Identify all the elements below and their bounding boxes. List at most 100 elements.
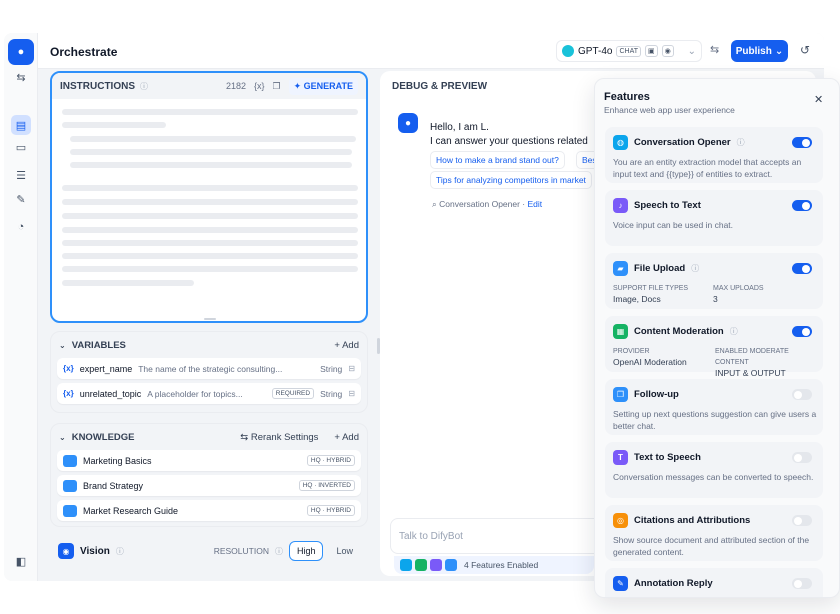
instructions-header: INSTRUCTIONS ⓘ 2182 {x} ❐ ✦ GENERATE xyxy=(52,73,366,99)
rerank-settings-button[interactable]: ⇆ Rerank Settings xyxy=(240,432,318,443)
history-icon[interactable]: ↺ xyxy=(800,43,810,57)
settings-icon[interactable]: ⊟ xyxy=(348,364,355,373)
shield-icon: ▦ xyxy=(613,324,628,339)
resize-handle[interactable] xyxy=(204,318,216,320)
knowledge-row[interactable]: Market Research Guide HQ · HYBRID xyxy=(57,500,361,521)
greeting-line: Hello, I am L. xyxy=(430,122,489,133)
text-placeholder xyxy=(70,162,352,168)
setting-key: ENABLED MODERATE CONTENT xyxy=(715,348,789,366)
clipboard-icon[interactable]: ❐ xyxy=(273,81,281,92)
required-badge: REQUIRED xyxy=(271,388,315,399)
chat-bubbles-icon: ❐ xyxy=(613,387,628,402)
variables-label: VARIABLES xyxy=(71,339,126,351)
feature-toggle[interactable] xyxy=(792,137,812,148)
add-label: Add xyxy=(342,339,359,351)
knowledge-section: ⌄ KNOWLEDGE ⇆ Rerank Settings + Add Mark… xyxy=(50,423,368,527)
settings-icon[interactable]: ⊟ xyxy=(348,389,355,398)
feature-name: Content Moderation xyxy=(634,326,724,337)
rerank-label: Rerank Settings xyxy=(250,431,319,443)
publish-button[interactable]: Publish ⌄ xyxy=(731,40,788,62)
dataset-name: Market Research Guide xyxy=(83,505,179,516)
variable-name: expert_name xyxy=(79,363,133,374)
feature-toggle[interactable] xyxy=(792,515,812,526)
text-placeholder xyxy=(70,149,352,155)
add-variable-button[interactable]: + Add xyxy=(334,340,359,351)
feature-name: Follow-up xyxy=(634,389,679,400)
orchestrate-nav-icon[interactable]: ▤ xyxy=(11,115,31,135)
dataset-name: Brand Strategy xyxy=(83,480,144,491)
feature-toggle[interactable] xyxy=(792,326,812,337)
setting-value: OpenAI Moderation xyxy=(613,357,687,367)
variables-header[interactable]: ⌄ VARIABLES + Add xyxy=(51,332,367,358)
settings-sliders-icon[interactable]: ⇆ xyxy=(11,67,31,87)
chat-icon: ⌕ xyxy=(432,199,437,209)
left-rail: ● ⇆ ▤ ▭ ☰ ✎ ◔ ◧ xyxy=(4,33,38,581)
feature-toggle[interactable] xyxy=(792,578,812,589)
vision-label: Vision xyxy=(80,545,110,557)
microphone-icon: ♪ xyxy=(613,198,628,213)
variable-row[interactable]: {x} unrelated_topic A placeholder for to… xyxy=(57,383,361,404)
bot-greeting: Hello, I am L. I can answer your questio… xyxy=(430,121,588,149)
model-params-icon[interactable]: ⇆ xyxy=(710,43,719,56)
suggested-question[interactable]: Tips for analyzing competitors in market xyxy=(430,171,592,189)
help-icon: ⓘ xyxy=(115,546,124,556)
edit-opener-link[interactable]: Edit xyxy=(528,199,543,209)
add-knowledge-button[interactable]: + Add xyxy=(334,432,359,443)
variable-row[interactable]: {x} expert_name The name of the strategi… xyxy=(57,358,361,379)
retrieval-tag: HQ · HYBRID xyxy=(306,505,355,516)
knowledge-header[interactable]: ⌄ KNOWLEDGE ⇆ Rerank Settings + Add xyxy=(51,424,367,450)
knowledge-row[interactable]: Brand Strategy HQ · INVERTED xyxy=(57,475,361,496)
resolution-high-button[interactable]: High xyxy=(288,541,324,561)
text-placeholder xyxy=(62,240,358,246)
eye-icon: ◉ xyxy=(58,543,74,559)
feature-card-speech-to-text: ♪ Speech to Text Voice input can be used … xyxy=(605,190,823,246)
close-icon[interactable]: ✕ xyxy=(814,93,823,106)
monitoring-nav-icon[interactable]: ◔ xyxy=(11,217,31,237)
logs-nav-icon[interactable]: ☰ xyxy=(11,165,31,185)
vision-section: ◉ Vision ⓘ RESOLUTION ⓘ High Low xyxy=(50,535,368,567)
file-types-setting: SUPPORT FILE TYPES Image, Docs xyxy=(613,283,688,305)
instructions-editor[interactable]: INSTRUCTIONS ⓘ 2182 {x} ❐ ✦ GENERATE xyxy=(50,71,368,323)
config-panel: INSTRUCTIONS ⓘ 2182 {x} ❐ ✦ GENERATE ⌄ V… xyxy=(50,71,370,576)
folder-icon: ▰ xyxy=(613,261,628,276)
feature-card-content-moderation: ▦ Content Moderation ⓘ PROVIDER OpenAI Mode… xyxy=(605,316,823,378)
help-icon: ⓘ xyxy=(729,327,738,336)
text-placeholder xyxy=(62,213,358,219)
insert-variable-button[interactable]: {x} xyxy=(254,81,265,91)
features-panel: Features Enhance web app user experience… xyxy=(594,78,840,598)
annotations-nav-icon[interactable]: ✎ xyxy=(11,189,31,209)
text-placeholder xyxy=(62,253,358,259)
dataset-folder-icon xyxy=(63,479,77,492)
retrieval-tag: HQ · HYBRID xyxy=(306,455,355,466)
feature-toggle[interactable] xyxy=(792,263,812,274)
feature-name: Conversation Opener xyxy=(634,137,731,148)
feature-card-conversation-opener: ◍ Conversation Opener ⓘ You are an entity … xyxy=(605,127,823,183)
feature-toggle[interactable] xyxy=(792,452,812,463)
resolution-low-button[interactable]: Low xyxy=(329,542,360,560)
setting-value: 3 xyxy=(713,294,718,304)
greeting-line: I can answer your questions related xyxy=(430,136,588,147)
knowledge-row[interactable]: Marketing Basics HQ · HYBRID xyxy=(57,450,361,471)
model-selector[interactable]: GPT-4o CHAT ▣ ◉ ⌄ xyxy=(556,40,702,62)
opener-mini-icon xyxy=(400,559,412,571)
help-icon: ⓘ xyxy=(140,81,148,91)
terminal-nav-icon[interactable]: ▭ xyxy=(11,137,31,157)
moderation-mini-icon xyxy=(415,559,427,571)
setting-key: PROVIDER xyxy=(613,348,650,355)
features-enabled-bar[interactable]: 4 Features Enabled xyxy=(394,556,594,574)
variable-type: String xyxy=(320,388,343,399)
chevron-down-icon: ⌄ xyxy=(687,45,696,57)
setting-value: Image, Docs xyxy=(613,294,661,304)
feature-toggle[interactable] xyxy=(792,200,812,211)
app-logo-icon[interactable]: ● xyxy=(8,39,34,65)
generate-button[interactable]: ✦ GENERATE xyxy=(288,77,358,95)
chevron-down-icon: ⌄ xyxy=(59,340,66,350)
variable-type: String xyxy=(320,363,343,374)
feature-toggle[interactable] xyxy=(792,389,812,400)
collapse-sidebar-icon[interactable]: ◧ xyxy=(11,551,31,571)
dataset-folder-icon xyxy=(63,454,77,467)
features-subtitle: Enhance web app user experience xyxy=(604,105,735,115)
feature-description: You are an entity extraction model that … xyxy=(613,157,802,179)
suggested-question[interactable]: How to make a brand stand out? xyxy=(430,151,565,169)
page-title: Orchestrate xyxy=(50,45,118,59)
